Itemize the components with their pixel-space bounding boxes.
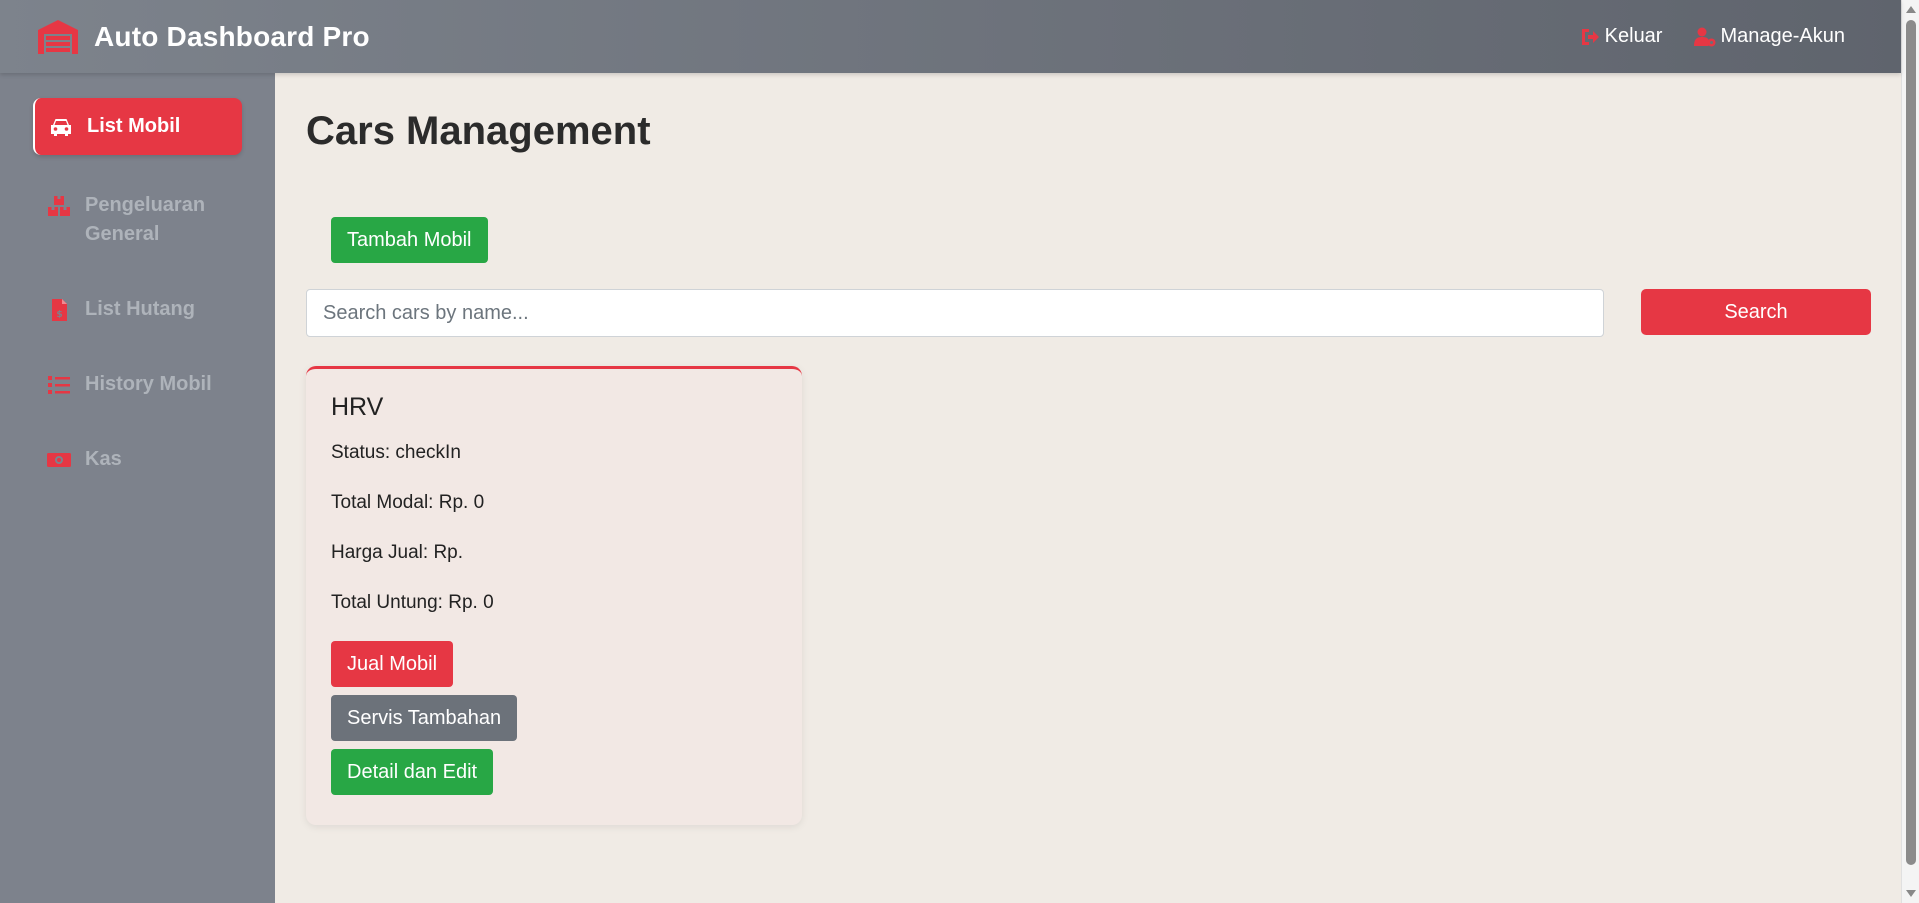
sidebar-item-pengeluaran-general[interactable]: Pengeluaran General xyxy=(33,175,242,265)
page-scrollbar[interactable] xyxy=(1901,0,1919,903)
app-title: Auto Dashboard Pro xyxy=(94,20,370,52)
manage-account-link[interactable]: Manage-Akun xyxy=(1694,25,1845,48)
search-bar: Search xyxy=(306,289,1871,337)
boxes-icon xyxy=(48,196,70,216)
svg-text:$: $ xyxy=(56,310,62,320)
additional-service-button[interactable]: Servis Tambahan xyxy=(331,695,518,741)
sidebar-item-label: Kas xyxy=(85,448,122,470)
car-actions: Jual Mobil Servis Tambahan Detail dan Ed… xyxy=(331,641,518,803)
car-icon xyxy=(51,119,71,136)
manage-account-label: Manage-Akun xyxy=(1720,25,1845,47)
sidebar-item-history-mobil[interactable]: History Mobil xyxy=(33,354,242,415)
garage-icon xyxy=(38,19,78,54)
invoice-icon: $ xyxy=(52,299,67,321)
sidebar-item-label: History Mobil xyxy=(85,373,212,395)
sidebar-item-kas[interactable]: Kas xyxy=(33,429,242,490)
page-title: Cars Management xyxy=(306,109,651,153)
money-icon xyxy=(47,453,71,467)
top-navbar: Auto Dashboard Pro Keluar Manage-Akun xyxy=(0,0,1901,73)
user-gear-icon xyxy=(1694,27,1716,46)
sidebar-item-label: Pengeluaran General xyxy=(85,194,206,245)
car-total-untung: Total Untung: Rp. 0 xyxy=(331,592,494,613)
search-button[interactable]: Search xyxy=(1641,289,1871,335)
scroll-up-arrow-icon[interactable] xyxy=(1906,6,1916,13)
main-content: Cars Management Tambah Mobil Search HRV … xyxy=(306,73,1871,825)
scroll-thumb[interactable] xyxy=(1906,20,1916,865)
car-total-modal: Total Modal: Rp. 0 xyxy=(331,492,485,513)
add-car-button[interactable]: Tambah Mobil xyxy=(331,217,488,263)
list-icon xyxy=(48,376,70,394)
logout-link[interactable]: Keluar xyxy=(1579,25,1663,48)
car-status: Status: checkIn xyxy=(331,442,461,463)
header-actions: Keluar Manage-Akun xyxy=(1547,25,1845,48)
sidebar-item-list-mobil[interactable]: List Mobil xyxy=(33,98,242,155)
detail-edit-button[interactable]: Detail dan Edit xyxy=(331,749,494,795)
scroll-down-arrow-icon[interactable] xyxy=(1906,890,1916,897)
sidebar-item-list-hutang[interactable]: $ List Hutang xyxy=(33,279,242,340)
sidebar-item-label: List Hutang xyxy=(85,298,195,320)
logout-label: Keluar xyxy=(1604,25,1663,47)
car-name: HRV xyxy=(331,393,384,421)
brand[interactable]: Auto Dashboard Pro xyxy=(36,18,370,56)
sidebar-item-label: List Mobil xyxy=(87,115,181,137)
car-harga-jual: Harga Jual: Rp. xyxy=(331,542,464,563)
sidebar: List Mobil Pengeluaran General $ List Hu… xyxy=(0,73,275,903)
car-card: HRV Status: checkIn Total Modal: Rp. 0 H… xyxy=(306,366,802,825)
logout-icon xyxy=(1581,28,1599,45)
search-input[interactable] xyxy=(306,289,1604,337)
sell-car-button[interactable]: Jual Mobil xyxy=(331,641,454,687)
